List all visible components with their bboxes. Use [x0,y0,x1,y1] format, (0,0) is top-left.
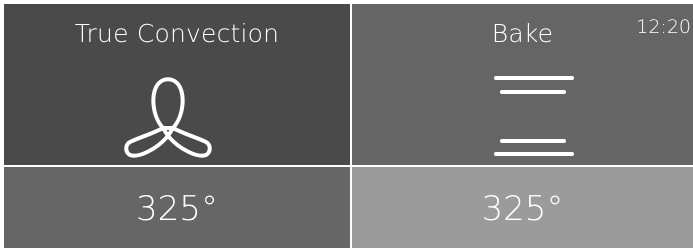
fan-icon [124,77,212,158]
temp-true-convection[interactable]: 325° [4,167,350,248]
temperature-value-true-convection: 325° [136,189,218,229]
temp-bake[interactable]: 325° [352,167,693,248]
temperature-value-bake: 325° [481,189,564,229]
clock-display: 12:20 [636,16,691,38]
oven-control-panel: True Convection Bake 12:20 325° 325° [4,4,693,248]
bake-elements-icon [494,76,574,156]
mode-label-true-convection: True Convection [74,19,280,48]
mode-bake[interactable]: Bake 12:20 [352,4,693,165]
mode-true-convection[interactable]: True Convection [4,4,350,165]
